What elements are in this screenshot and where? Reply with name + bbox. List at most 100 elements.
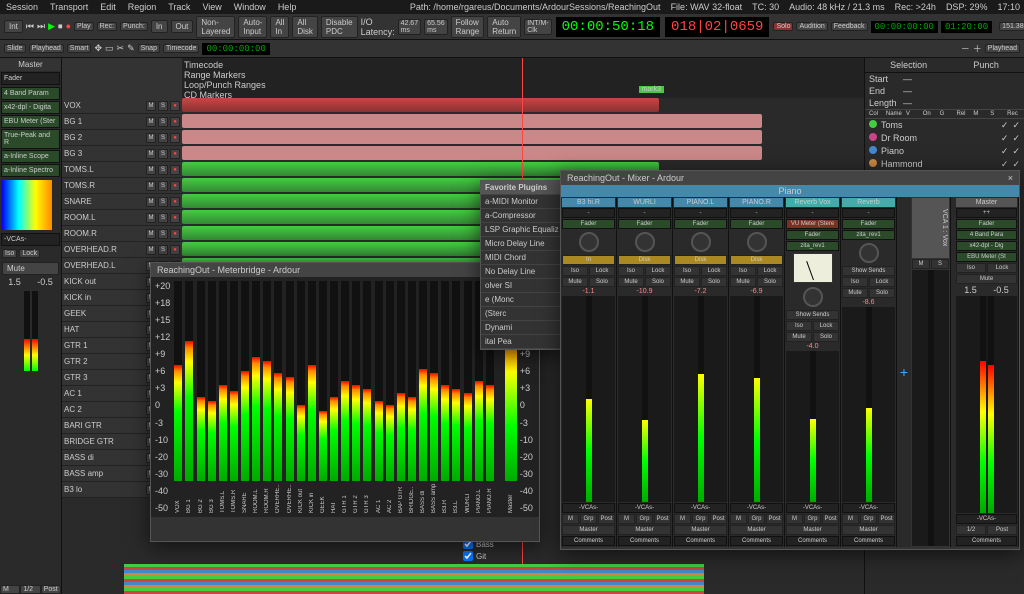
half-btn[interactable]: 1/2 bbox=[20, 585, 40, 594]
track-header[interactable]: ROOM.LMS● bbox=[62, 210, 182, 226]
iso-btn[interactable]: Iso bbox=[674, 266, 700, 276]
audio-region[interactable] bbox=[182, 130, 762, 144]
mute-btn[interactable]: M bbox=[146, 117, 156, 127]
tool-draw-icon[interactable]: ✎ bbox=[127, 43, 135, 54]
plugin-item[interactable]: ital Pea bbox=[481, 335, 569, 349]
plugin-item[interactable]: olver SI bbox=[481, 279, 569, 293]
rec-btn[interactable]: ● bbox=[170, 165, 180, 175]
mute-btn[interactable]: M bbox=[146, 213, 156, 223]
mute-btn[interactable]: M bbox=[146, 197, 156, 207]
group-row[interactable]: Toms✓✓ bbox=[865, 119, 1024, 132]
mute-btn[interactable]: M bbox=[146, 229, 156, 239]
in-btn[interactable]: Disk bbox=[618, 255, 671, 265]
output-routing[interactable]: Master bbox=[842, 525, 895, 535]
solo-btn[interactable]: Solo bbox=[869, 288, 895, 298]
solo-alert[interactable]: Solo bbox=[773, 22, 793, 31]
plugin-item[interactable]: No Delay Line bbox=[481, 265, 569, 279]
comments-btn[interactable]: Comments bbox=[618, 536, 671, 546]
fader[interactable] bbox=[786, 351, 839, 502]
vca-assign[interactable]: -VCAs- bbox=[730, 503, 783, 513]
track-header[interactable]: TOMS.LMS● bbox=[62, 162, 182, 178]
comments-btn[interactable]: Comments bbox=[842, 536, 895, 546]
track-header[interactable]: TOMS.RMS● bbox=[62, 178, 182, 194]
auto-input[interactable]: Auto-Input bbox=[238, 16, 267, 38]
track-header[interactable]: BG 2MS● bbox=[62, 130, 182, 146]
strip-name[interactable]: Reverb Vox bbox=[786, 198, 839, 207]
track-header[interactable]: SNAREMS● bbox=[62, 194, 182, 210]
zoom-out-icon[interactable]: － bbox=[961, 42, 970, 55]
plugin-slot[interactable]: 4 Band Param bbox=[1, 87, 60, 100]
plugin-slot[interactable]: x42-dpl - Digita bbox=[1, 101, 60, 114]
lock-btn[interactable]: Lock bbox=[869, 277, 895, 287]
fader[interactable] bbox=[674, 296, 727, 502]
rec-btn[interactable]: ● bbox=[170, 133, 180, 143]
mute-btn[interactable]: M bbox=[146, 149, 156, 159]
plugin-favorites-menu[interactable]: Favorite Pluginsa-MIDI Monitora-Compress… bbox=[480, 180, 570, 350]
mute-btn[interactable]: Mute bbox=[842, 288, 868, 298]
output-routing[interactable]: Master bbox=[562, 525, 615, 535]
mute-btn[interactable]: M bbox=[146, 133, 156, 143]
tab-punch[interactable]: Punch bbox=[973, 60, 999, 70]
solo-btn[interactable]: Solo bbox=[813, 332, 839, 342]
menu-transport[interactable]: Transport bbox=[50, 2, 88, 12]
strip-name[interactable]: B3 hi.R bbox=[562, 198, 615, 207]
plugin-item[interactable]: MIDI Chord bbox=[481, 251, 569, 265]
zoom-focus[interactable]: Playhead bbox=[985, 44, 1020, 53]
mute-btn[interactable]: M bbox=[146, 181, 156, 191]
solo-btn[interactable]: S bbox=[158, 149, 168, 159]
mute-btn[interactable]: Mute bbox=[786, 332, 812, 342]
fader-label[interactable]: Fader bbox=[1, 72, 60, 85]
in-btn[interactable]: Disk bbox=[730, 255, 783, 265]
plugin-slot[interactable]: 4 Band Para bbox=[956, 230, 1017, 240]
strip-name[interactable]: PIANO.L bbox=[674, 198, 727, 207]
sync-int[interactable]: Int bbox=[4, 20, 23, 33]
in-btn[interactable]: Disk bbox=[674, 255, 727, 265]
vca-assign[interactable]: -VCAs- bbox=[842, 503, 895, 513]
mixer-group-tab[interactable]: Piano bbox=[561, 185, 1019, 197]
follow-range[interactable]: Follow Range bbox=[451, 16, 485, 38]
mute-btn[interactable]: Mute bbox=[674, 277, 700, 287]
plugin-slot[interactable]: x42-dpl - Dig bbox=[956, 241, 1017, 251]
zoom-in-icon[interactable]: ＋ bbox=[973, 42, 982, 55]
input-slot[interactable]: - bbox=[562, 208, 615, 218]
iso-btn[interactable]: Iso bbox=[618, 266, 644, 276]
strip-name[interactable]: Reverb bbox=[842, 198, 895, 207]
all-in[interactable]: All In bbox=[270, 16, 289, 38]
all-disk[interactable]: All Disk bbox=[292, 16, 318, 38]
rec-btn[interactable]: ● bbox=[170, 117, 180, 127]
in-btn[interactable]: Show Sends bbox=[786, 310, 839, 320]
track-header[interactable]: ROOM.RMS● bbox=[62, 226, 182, 242]
solo-btn[interactable]: Solo bbox=[757, 277, 783, 287]
plugin-item[interactable]: Micro Delay Line bbox=[481, 237, 569, 251]
comments-btn[interactable]: Comments bbox=[730, 536, 783, 546]
ruler-range-markers[interactable]: Range Markers bbox=[184, 70, 862, 80]
group-row[interactable]: Dr Room✓✓ bbox=[865, 132, 1024, 145]
lock-btn[interactable]: Lock bbox=[589, 266, 615, 276]
track-header[interactable]: VOXMS● bbox=[62, 98, 182, 114]
plugin-slot[interactable]: zita_rev1 bbox=[786, 241, 839, 251]
tab-selection[interactable]: Selection bbox=[890, 60, 927, 70]
ruler-loop/punch-ranges[interactable]: Loop/Punch Ranges bbox=[184, 80, 862, 90]
plugin-item[interactable]: Dynami bbox=[481, 321, 569, 335]
mute-btn[interactable]: M bbox=[146, 245, 156, 255]
iso-btn[interactable]: Iso bbox=[2, 249, 17, 258]
lock-btn[interactable]: Lock bbox=[757, 266, 783, 276]
non-layered[interactable]: Non-Layered bbox=[196, 16, 235, 38]
input-slot[interactable]: - bbox=[786, 208, 839, 218]
solo-btn[interactable]: S bbox=[158, 133, 168, 143]
menu-view[interactable]: View bbox=[202, 2, 221, 12]
lock-btn[interactable]: Lock bbox=[19, 249, 40, 258]
pan-knob[interactable] bbox=[747, 232, 767, 252]
iso-btn[interactable]: Iso bbox=[562, 266, 588, 276]
tool-pointer-icon[interactable]: ✥ bbox=[94, 43, 102, 54]
plugin-item[interactable]: e (Monc bbox=[481, 293, 569, 307]
int-mclk[interactable]: INT/M-Clk bbox=[524, 19, 551, 35]
ruler-timecode[interactable]: Timecode bbox=[184, 60, 862, 70]
mute-btn[interactable]: Mute bbox=[562, 277, 588, 287]
in-btn[interactable]: Show Sends bbox=[842, 266, 895, 276]
fader[interactable] bbox=[730, 296, 783, 502]
snap-toggle[interactable]: Snap bbox=[138, 44, 160, 53]
rec-btn[interactable]: ● bbox=[170, 245, 180, 255]
stop-icon[interactable]: ⏹ bbox=[58, 21, 63, 33]
plugin-item[interactable]: LSP Graphic Equaliz bbox=[481, 223, 569, 237]
